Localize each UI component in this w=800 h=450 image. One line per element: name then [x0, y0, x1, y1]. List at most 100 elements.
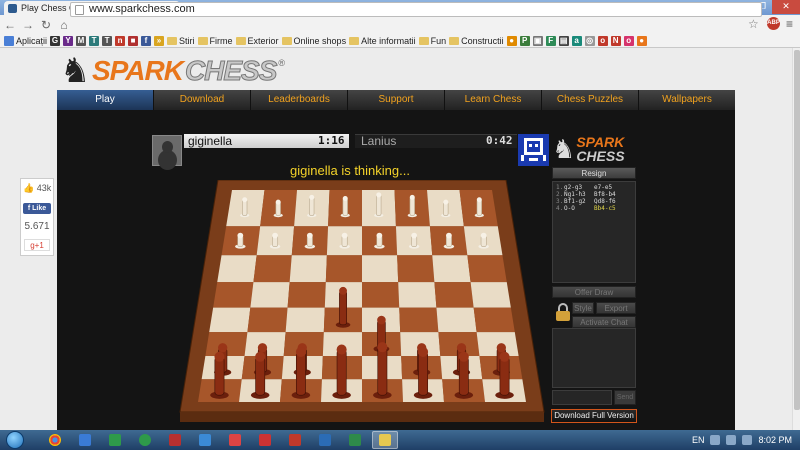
board-square[interactable] — [325, 255, 362, 283]
bookmark-icon-9[interactable]: » — [154, 35, 165, 46]
facebook-like-button[interactable]: f Like — [23, 203, 51, 214]
board-square[interactable] — [467, 255, 507, 283]
board-square[interactable] — [470, 282, 511, 308]
bookmark-icon-e[interactable]: ▤ — [558, 35, 569, 46]
bookmark-folder-fun[interactable]: Fun — [418, 36, 446, 46]
close-window-icon[interactable]: ✕ — [772, 0, 800, 14]
resign-button[interactable]: Resign — [552, 167, 636, 179]
board-square[interactable] — [287, 282, 326, 308]
board-square[interactable] — [213, 282, 254, 308]
bookmark-icon-6[interactable]: n — [115, 35, 126, 46]
board-square[interactable] — [434, 282, 474, 308]
language-indicator[interactable]: EN — [692, 435, 705, 445]
bookmark-folder-online-shops[interactable]: Online shops — [281, 36, 346, 46]
export-pgn-button[interactable]: Export PGN — [596, 302, 636, 325]
taskbar-app-2[interactable] — [72, 431, 98, 449]
reload-icon[interactable]: ↻ — [38, 18, 54, 32]
taskbar-app-11[interactable] — [342, 431, 368, 449]
nav-learn-chess[interactable]: Learn Chess — [445, 90, 542, 110]
offer-draw-button[interactable]: Offer Draw — [552, 286, 636, 298]
board-square[interactable] — [436, 307, 477, 333]
board-square[interactable] — [247, 307, 288, 333]
taskbar-app-7[interactable] — [222, 431, 248, 449]
bookmark-icon-7[interactable]: ■ — [128, 35, 139, 46]
bookmark-folder-exterior[interactable]: Exterior — [235, 36, 279, 46]
board-square[interactable] — [432, 255, 471, 283]
board-square[interactable] — [362, 255, 399, 283]
bookmark-icon-a[interactable]: ● — [506, 35, 517, 46]
board-square[interactable] — [209, 307, 251, 333]
chat-send-button[interactable]: Send — [614, 390, 636, 405]
board-square[interactable] — [285, 307, 325, 333]
activate-chat-button[interactable]: Activate Chat — [572, 316, 636, 328]
bookmark-folder-constructii[interactable]: Constructii — [449, 36, 504, 46]
google-plus-button[interactable]: g+1 — [24, 239, 50, 251]
taskbar-app-12[interactable] — [372, 431, 398, 449]
nav-leaderboards[interactable]: Leaderboards — [251, 90, 348, 110]
board-square[interactable] — [362, 282, 400, 308]
clock[interactable]: 8:02 PM — [758, 435, 792, 445]
bookmark-icon-f[interactable]: a — [571, 35, 582, 46]
bookmark-icon-g[interactable]: ◎ — [584, 35, 595, 46]
tray-icon[interactable] — [710, 435, 721, 445]
adblock-extension-icon[interactable]: ABP — [767, 17, 780, 30]
board-square[interactable] — [217, 255, 257, 283]
facebook-icon[interactable]: f — [141, 35, 152, 46]
back-arrow-icon[interactable]: ← — [2, 18, 18, 32]
board-square[interactable] — [398, 282, 437, 308]
nav-chess-puzzles[interactable]: Chess Puzzles — [542, 90, 639, 110]
forward-arrow-icon[interactable]: → — [20, 18, 36, 32]
app-icon — [109, 434, 121, 446]
nav-wallpapers[interactable]: Wallpapers — [639, 90, 735, 110]
bookmark-icon-i[interactable]: N — [610, 35, 621, 46]
bookmark-folder-stiri[interactable]: Stiri — [167, 36, 195, 46]
board-square[interactable] — [289, 255, 327, 283]
volume-icon[interactable] — [742, 435, 753, 445]
nav-play[interactable]: Play — [57, 90, 154, 110]
start-button[interactable] — [0, 430, 30, 450]
taskbar-app-10[interactable] — [312, 431, 338, 449]
board-square[interactable] — [397, 255, 435, 283]
bookmark-icon-5[interactable]: T — [102, 35, 113, 46]
bookmark-icon-3[interactable]: M — [76, 35, 87, 46]
lock-icon[interactable] — [556, 303, 570, 321]
bookmark-folder-alte-informatii[interactable]: Alte informatii — [349, 36, 416, 46]
board-square[interactable] — [250, 282, 290, 308]
board-square[interactable] — [253, 255, 292, 283]
chess-board-svg[interactable] — [178, 180, 546, 424]
style-button[interactable]: Style — [572, 302, 594, 314]
bookmark-folder-firme[interactable]: Firme — [197, 36, 233, 46]
taskbar-app-3[interactable] — [102, 431, 128, 449]
taskbar-app-5[interactable] — [162, 431, 188, 449]
star-icon[interactable]: ☆ — [748, 17, 759, 31]
scrollbar-thumb[interactable] — [794, 50, 800, 410]
download-full-version-button[interactable]: Download Full Version — [551, 409, 637, 423]
taskbar-app-6[interactable] — [192, 431, 218, 449]
network-icon[interactable] — [726, 435, 737, 445]
yahoo-icon[interactable]: Y — [63, 35, 74, 46]
bookmark-icon-b[interactable]: P — [519, 35, 530, 46]
bookmark-icon-j[interactable]: o — [623, 35, 634, 46]
bookmark-icon-d[interactable]: F — [545, 35, 556, 46]
taskbar-app-8[interactable] — [252, 431, 278, 449]
bookmark-icon-k[interactable]: ● — [636, 35, 647, 46]
bookmark-icon-c[interactable]: ▣ — [532, 35, 543, 46]
taskbar-app-4[interactable] — [132, 431, 158, 449]
hamburger-menu-icon[interactable]: ≡ — [786, 17, 793, 31]
taskbar-app-9[interactable] — [282, 431, 308, 449]
chess-board[interactable] — [178, 180, 546, 424]
bookmark-icon-h[interactable]: o — [597, 35, 608, 46]
nav-support[interactable]: Support — [348, 90, 445, 110]
board-square[interactable] — [399, 307, 439, 333]
nav-download[interactable]: Download — [154, 90, 251, 110]
chat-input[interactable] — [552, 390, 612, 405]
bookmark-icon-1[interactable]: G — [50, 35, 61, 46]
bookmark-apps[interactable]: Aplicații — [4, 35, 47, 46]
sparkchess-logo[interactable]: ♞ SPARK CHESS ® — [60, 52, 285, 90]
address-bar[interactable]: www.sparkchess.com — [70, 2, 762, 17]
bookmark-icon-4[interactable]: T — [89, 35, 100, 46]
board-square[interactable] — [473, 307, 515, 333]
home-icon[interactable]: ⌂ — [56, 18, 72, 32]
page-scrollbar[interactable] — [792, 48, 800, 430]
taskbar-chrome[interactable] — [42, 431, 68, 449]
